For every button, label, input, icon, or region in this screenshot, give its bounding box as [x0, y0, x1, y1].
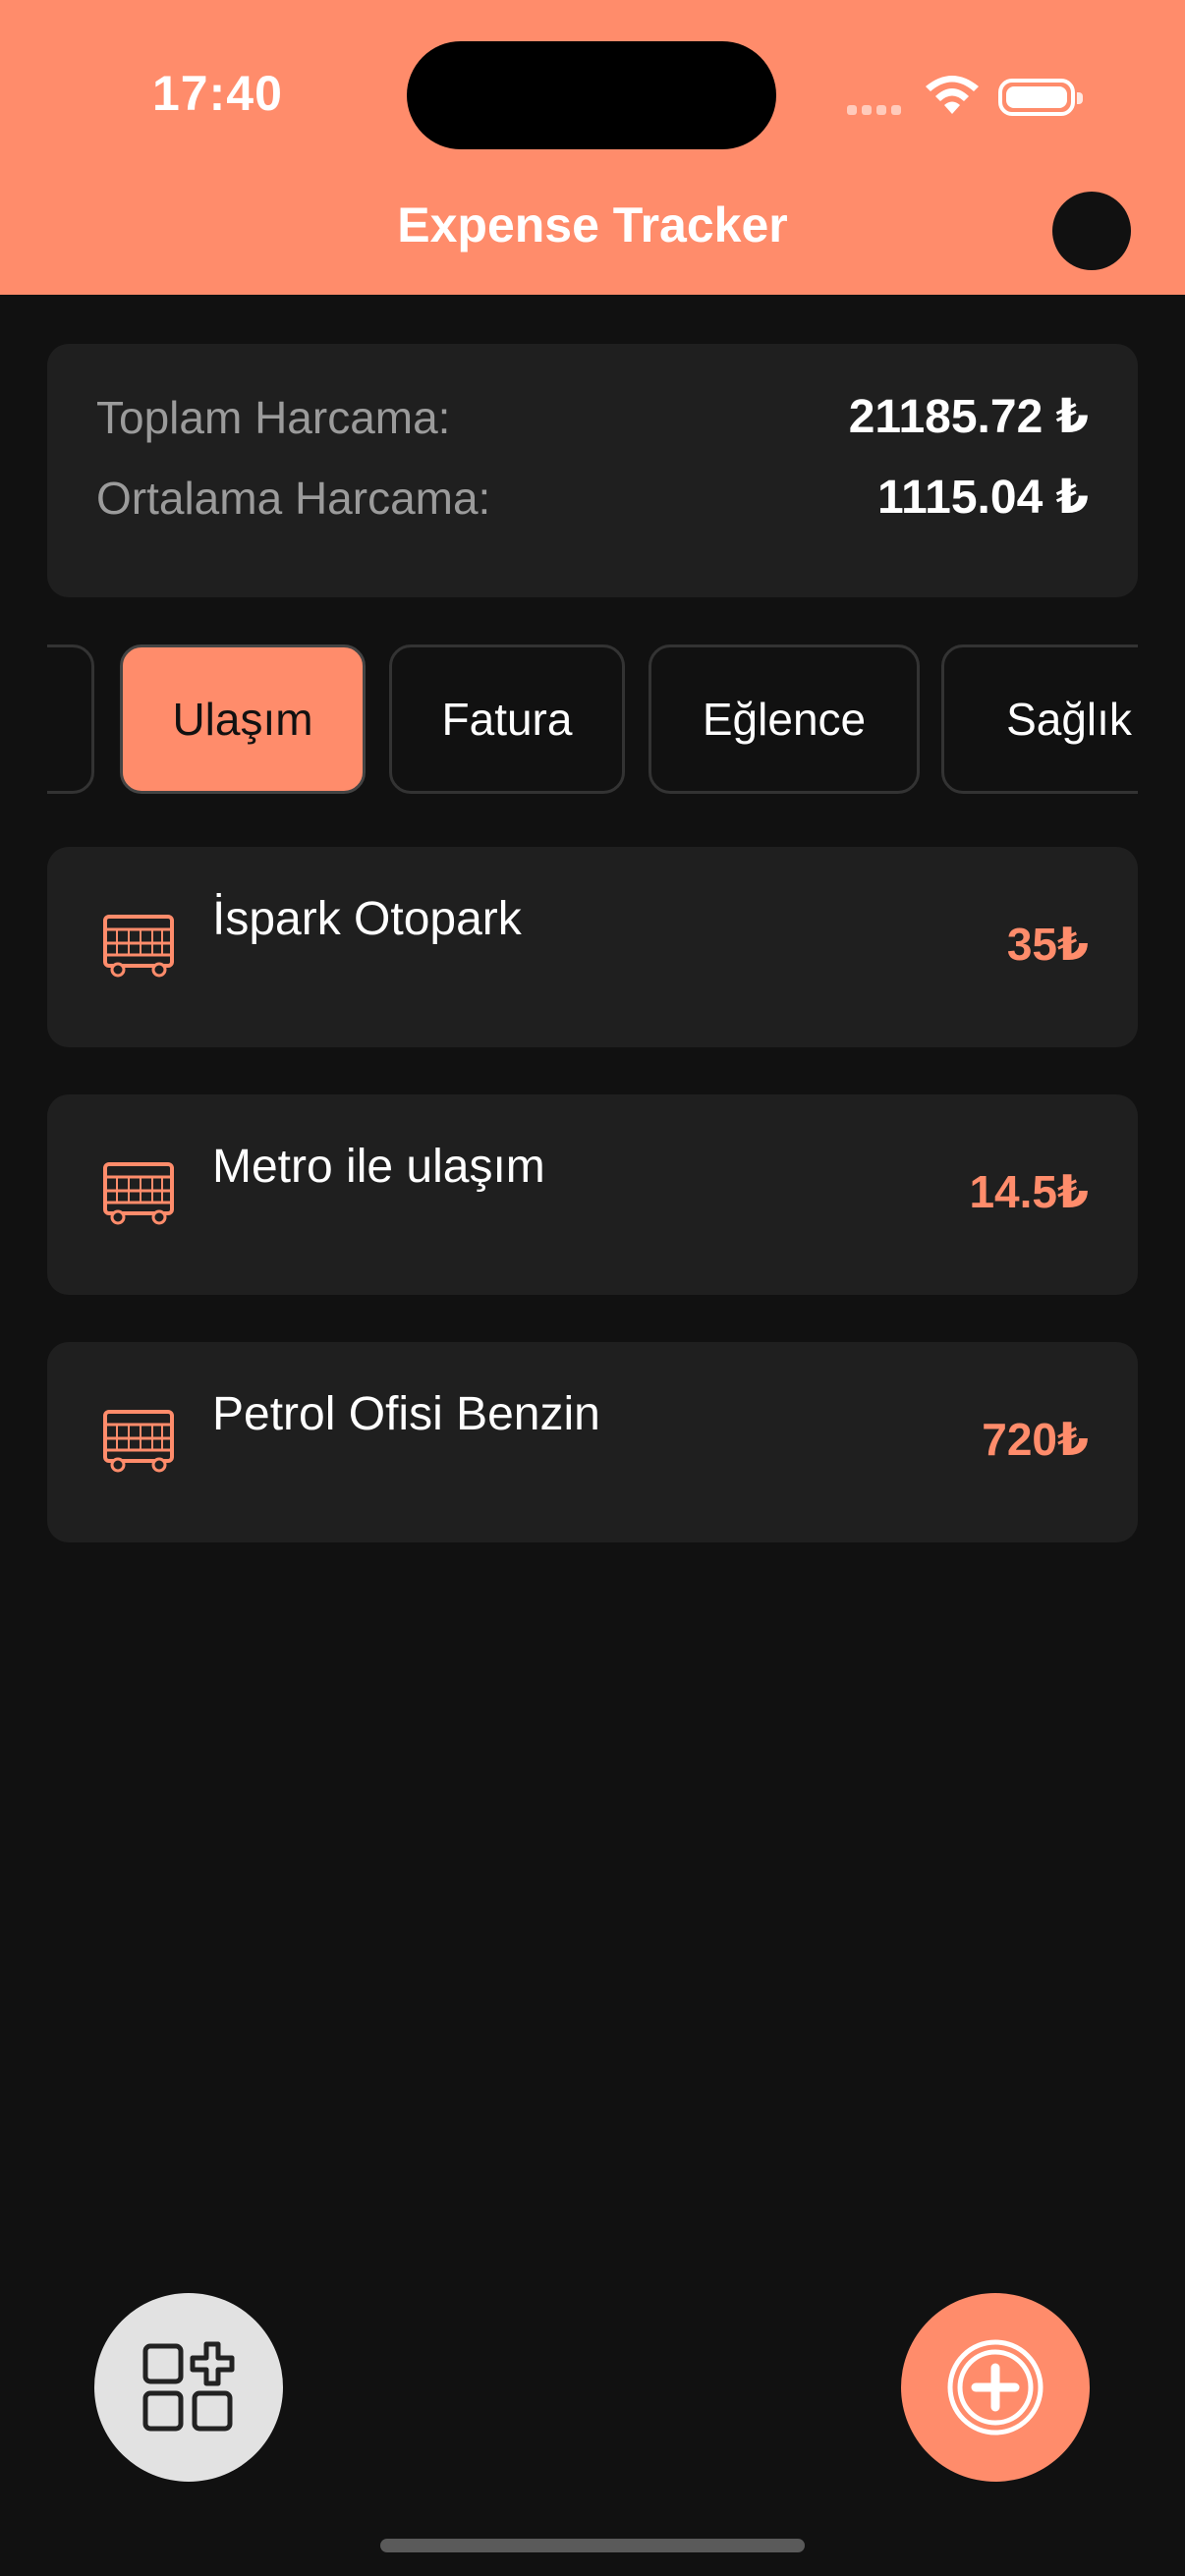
category-chip-eglence[interactable]: Eğlence	[649, 644, 920, 794]
category-chip-ulasim[interactable]: Ulaşım	[120, 644, 366, 794]
expense-name: İspark Otopark	[212, 893, 522, 945]
total-spending-label: Toplam Harcama:	[96, 392, 451, 443]
expense-amount: 720₺	[982, 1414, 1089, 1465]
total-spending-value: 21185.72 ₺	[848, 391, 1089, 443]
summary-card: Toplam Harcama: 21185.72 ₺ Ortalama Harc…	[47, 344, 1138, 597]
dynamic-island	[407, 41, 776, 149]
add-category-button[interactable]	[94, 2293, 283, 2482]
home-indicator[interactable]	[380, 2539, 805, 2552]
average-spending-value: 1115.04 ₺	[877, 472, 1089, 524]
expense-list-item[interactable]: Metro ile ulaşım 14.5₺	[47, 1094, 1138, 1295]
widgets-add-icon	[142, 2341, 235, 2432]
expense-list-item[interactable]: İspark Otopark 35₺	[47, 847, 1138, 1047]
category-chip-partial[interactable]	[47, 644, 94, 794]
cellular-signal-icon	[847, 102, 906, 115]
wifi-icon	[926, 76, 979, 114]
expense-name: Petrol Ofisi Benzin	[212, 1388, 600, 1440]
category-chip-fatura[interactable]: Fatura	[389, 644, 625, 794]
expense-name: Metro ile ulaşım	[212, 1141, 545, 1193]
average-spending-label: Ortalama Harcama:	[96, 473, 491, 524]
bus-icon	[103, 1162, 174, 1225]
category-filter-bar[interactable]: Ulaşım Fatura Eğlence Sağlık	[47, 644, 1138, 800]
battery-icon	[998, 79, 1083, 116]
expense-amount: 14.5₺	[969, 1166, 1089, 1217]
add-expense-button[interactable]	[901, 2293, 1090, 2482]
bus-icon	[103, 1410, 174, 1473]
add-circle-icon	[947, 2339, 1044, 2436]
expense-amount: 35₺	[1006, 919, 1089, 970]
bus-icon	[103, 915, 174, 978]
profile-avatar[interactable]	[1052, 192, 1131, 270]
expense-list-item[interactable]: Petrol Ofisi Benzin 720₺	[47, 1342, 1138, 1542]
app-header: 17:40 Expense Tracker	[0, 0, 1185, 295]
status-time: 17:40	[152, 66, 283, 121]
page-title: Expense Tracker	[397, 197, 788, 252]
category-chip-saglik[interactable]: Sağlık	[941, 644, 1138, 794]
